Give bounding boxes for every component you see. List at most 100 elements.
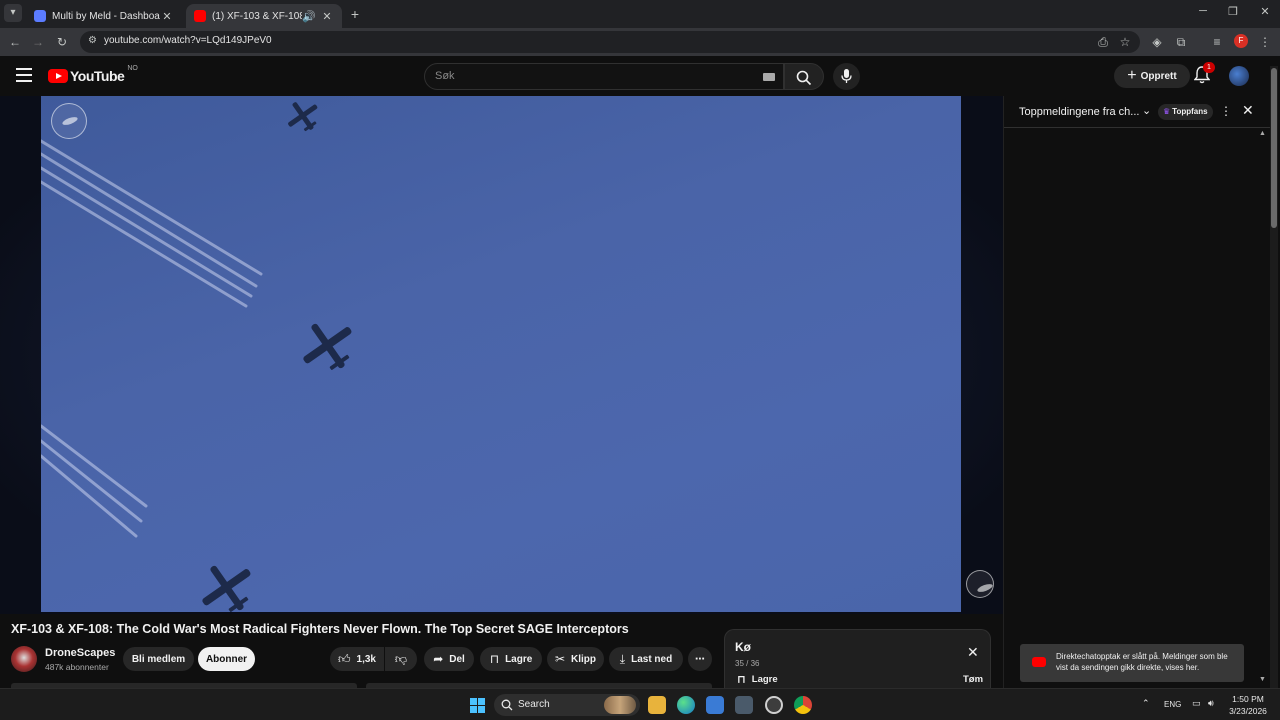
bookmark-icon: ⊓: [737, 674, 746, 686]
country-code: NO: [127, 64, 138, 72]
tab-title: (1) XF-103 & XF-108: The C: [212, 10, 302, 22]
new-tab-button[interactable]: +: [346, 5, 364, 23]
language-indicator[interactable]: ENG: [1164, 700, 1181, 709]
queue-clear-button[interactable]: Tøm: [963, 674, 983, 685]
scrollbar-thumb[interactable]: [1271, 68, 1277, 228]
subscribe-button[interactable]: Abonner: [198, 647, 255, 671]
topfans-badge[interactable]: ♛ Toppfans: [1158, 104, 1213, 120]
share-button[interactable]: ➦ Del: [424, 647, 474, 671]
video-title: XF-103 & XF-108: The Cold War's Most Rad…: [11, 622, 629, 636]
search-input[interactable]: [435, 70, 735, 82]
video-player[interactable]: [41, 96, 961, 612]
chat-header: Toppmeldingene fra ch... ⌄ ♛ Toppfans ⋮ ✕: [1004, 96, 1270, 128]
crown-icon: ♛: [1163, 107, 1171, 116]
bookmark-icon: ⊓: [489, 652, 500, 666]
tab-favicon: [34, 10, 46, 22]
bookmark-star-icon[interactable]: ☆: [1116, 33, 1134, 51]
media-control-icon[interactable]: ≡: [1208, 33, 1226, 51]
taskbar-search[interactable]: Search: [494, 694, 640, 716]
search-box[interactable]: [424, 63, 784, 90]
close-queue-icon[interactable]: ✕: [967, 644, 979, 661]
settings-app-icon[interactable]: [765, 696, 783, 714]
join-button[interactable]: Bli medlem: [123, 647, 194, 671]
search-button[interactable]: [784, 63, 824, 90]
dislike-button[interactable]: 👎︎: [385, 647, 417, 671]
browser-toolbar: ← → ↻ ⚙ youtube.com/watch?v=LQd149JPeV0 …: [0, 28, 1280, 56]
file-explorer-icon[interactable]: [648, 696, 666, 714]
create-label: Opprett: [1140, 70, 1177, 82]
chrome-icon[interactable]: [794, 696, 812, 714]
page-scrollbar[interactable]: [1270, 66, 1278, 688]
forward-icon[interactable]: →: [29, 33, 47, 51]
queue-save-label: Lagre: [751, 674, 778, 685]
volume-icon[interactable]: 🔊︎: [1208, 698, 1214, 709]
browser-menu-icon[interactable]: ⋮: [1256, 33, 1274, 51]
install-app-icon[interactable]: ⎙: [1094, 33, 1112, 51]
taskbar-search-label: Search: [518, 699, 550, 710]
close-window-icon[interactable]: ✕: [1250, 5, 1280, 18]
bomber-aircraft-group: [202, 102, 352, 612]
restore-icon[interactable]: ❐: [1218, 5, 1248, 18]
close-tab-icon[interactable]: ✕: [160, 10, 174, 23]
chat-mode-title[interactable]: Toppmeldingene fra ch...: [1019, 106, 1139, 118]
tab-youtube-video[interactable]: (1) XF-103 & XF-108: The C 🔊 ✕: [186, 4, 342, 28]
chevron-down-icon[interactable]: ⌄: [1142, 104, 1151, 117]
channel-avatar[interactable]: [11, 646, 37, 672]
clip-button[interactable]: ✂ Klipp: [547, 647, 604, 671]
windows-start-icon[interactable]: [470, 698, 485, 713]
search-icon: [501, 699, 513, 711]
more-actions-button[interactable]: ⋯: [688, 647, 712, 671]
edge-browser-icon[interactable]: [677, 696, 695, 714]
tab-search-button[interactable]: ▾: [4, 4, 22, 22]
youtube-logo[interactable]: YouTube NO: [48, 64, 138, 84]
speaker-icon[interactable]: 🔊: [302, 10, 316, 23]
queue-save-button[interactable]: ⊓ Lagre: [737, 673, 778, 686]
youtube-masthead: YouTube NO + Opprett 1: [0, 56, 1280, 96]
network-icon[interactable]: ▭: [1192, 698, 1201, 709]
address-bar[interactable]: ⚙ youtube.com/watch?v=LQd149JPeV0 ⎙ ☆: [80, 31, 1140, 53]
menu-icon[interactable]: [16, 68, 32, 82]
video-frame: [41, 102, 352, 612]
pinned-app-icon[interactable]: [735, 696, 753, 714]
extensions-puzzle-icon[interactable]: ⧉: [1172, 33, 1190, 51]
keyboard-icon[interactable]: [763, 73, 775, 81]
voice-search-button[interactable]: [833, 63, 860, 90]
like-count: 1,3k: [356, 653, 376, 665]
download-label: Last ned: [631, 653, 673, 665]
tab-title: Multi by Meld - Dashboard.: [52, 10, 160, 22]
minimize-icon[interactable]: ─: [1188, 5, 1218, 17]
more-options-icon[interactable]: ⋮: [1220, 104, 1232, 118]
chat-scrollbar[interactable]: ▲ ▼: [1259, 130, 1267, 686]
system-clock[interactable]: 1:50 PM 3/23/2026: [1226, 693, 1270, 717]
close-chat-icon[interactable]: ✕: [1242, 102, 1254, 119]
notifications-button[interactable]: 1: [1193, 62, 1215, 84]
channel-name[interactable]: DroneScapes: [45, 647, 115, 659]
site-info-icon[interactable]: ⚙: [88, 35, 97, 46]
reload-icon[interactable]: ↻: [53, 33, 71, 51]
logo-text: YouTube: [70, 68, 125, 84]
extension-icon[interactable]: ◈: [1148, 33, 1166, 51]
queue-title: Kø: [735, 640, 751, 654]
search-highlight-image: [604, 696, 636, 714]
share-label: Del: [449, 653, 465, 665]
store-app-icon[interactable]: [706, 696, 724, 714]
create-button[interactable]: + Opprett: [1114, 64, 1190, 88]
back-icon[interactable]: ←: [6, 33, 24, 51]
browser-tab-strip: ▾ Multi by Meld - Dashboard. ✕ (1) XF-10…: [0, 0, 1280, 28]
topfans-label: Toppfans: [1172, 107, 1208, 116]
scroll-up-icon[interactable]: ▲: [1259, 130, 1266, 137]
microphone-icon: [841, 69, 852, 83]
save-button[interactable]: ⊓ Lagre: [480, 647, 542, 671]
scroll-down-icon[interactable]: ▼: [1259, 676, 1266, 683]
tab-multi-dashboard[interactable]: Multi by Meld - Dashboard. ✕: [26, 4, 182, 28]
download-button[interactable]: ⤓ Last ned: [609, 647, 683, 671]
channel-watermark-icon[interactable]: [966, 570, 994, 598]
tray-overflow-icon[interactable]: ⌃: [1142, 698, 1150, 709]
account-avatar[interactable]: [1229, 66, 1249, 86]
close-tab-icon[interactable]: ✕: [320, 10, 334, 23]
profile-avatar[interactable]: F: [1234, 34, 1248, 48]
thumbs-up-icon: 👍︎: [337, 651, 351, 666]
share-icon: ➦: [433, 652, 444, 666]
subscribe-label: Abonner: [205, 653, 248, 665]
like-button[interactable]: 👍︎ 1,3k: [330, 647, 384, 671]
